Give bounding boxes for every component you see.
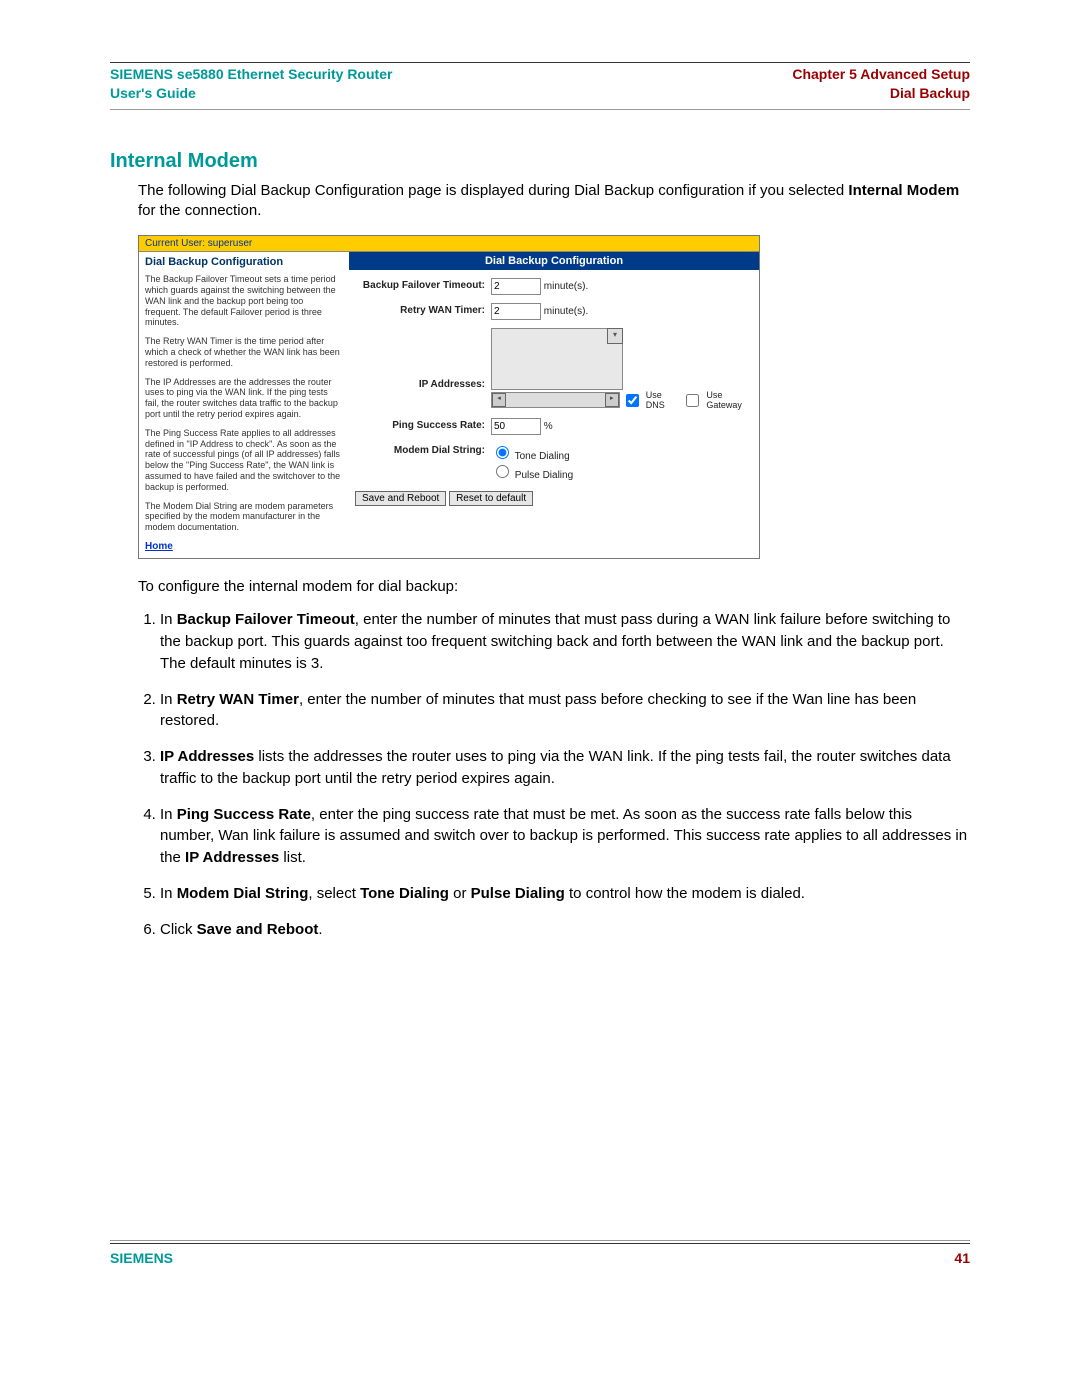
intro-text: The following Dial Backup Configuration … bbox=[138, 181, 970, 222]
dropdown-icon[interactable]: ▾ bbox=[607, 328, 623, 344]
list-item: In Modem Dial String, select Tone Dialin… bbox=[160, 883, 970, 905]
section-title: Internal Modem bbox=[110, 150, 970, 173]
list-item: IP Addresses lists the addresses the rou… bbox=[160, 746, 970, 790]
list-item: In Ping Success Rate, enter the ping suc… bbox=[160, 804, 970, 869]
left-pane-title: Dial Backup Configuration bbox=[145, 256, 341, 268]
header-left-line1: SIEMENS se5880 Ethernet Security Router bbox=[110, 66, 392, 82]
header-left: SIEMENS se5880 Ethernet Security Router … bbox=[110, 65, 392, 103]
form-title: Dial Backup Configuration bbox=[349, 252, 759, 270]
list-item: In Backup Failover Timeout, enter the nu… bbox=[160, 609, 970, 674]
config-form-pane: Dial Backup Configuration Backup Failove… bbox=[349, 252, 759, 558]
save-reboot-button[interactable]: Save and Reboot bbox=[355, 491, 446, 506]
retry-input[interactable] bbox=[491, 303, 541, 320]
scroll-right-icon[interactable]: ▸ bbox=[605, 393, 619, 407]
use-dns-checkbox[interactable] bbox=[626, 394, 639, 407]
page-footer: SIEMENS 41 bbox=[110, 1244, 970, 1266]
intro-bold: Internal Modem bbox=[848, 182, 959, 199]
header-right-line2: Dial Backup bbox=[792, 84, 970, 103]
ip-list-box[interactable]: ▾ bbox=[491, 328, 623, 390]
left-para: The Retry WAN Timer is the time period a… bbox=[145, 336, 341, 368]
configure-line-text: To configure the internal modem for dial… bbox=[138, 577, 970, 597]
failover-input[interactable] bbox=[491, 278, 541, 295]
header-right-line1: Chapter 5 Advanced Setup bbox=[792, 66, 970, 82]
retry-unit: minute(s). bbox=[544, 306, 588, 317]
ip-label: IP Addresses: bbox=[355, 349, 491, 390]
config-screenshot: Current User: superuser Dial Backup Conf… bbox=[138, 235, 760, 559]
use-gateway-label: Use Gateway bbox=[706, 390, 759, 410]
header-right: Chapter 5 Advanced Setup Dial Backup bbox=[792, 65, 970, 103]
header-left-line2: User's Guide bbox=[110, 85, 196, 101]
ping-label: Ping Success Rate: bbox=[355, 418, 491, 431]
intro-after: for the connection. bbox=[138, 202, 261, 219]
configure-line: To configure the internal modem for dial… bbox=[138, 577, 970, 597]
home-link[interactable]: Home bbox=[145, 541, 173, 552]
page-number: 41 bbox=[954, 1250, 970, 1266]
ip-scrollbar[interactable]: ◂ ▸ bbox=[491, 392, 620, 408]
use-dns-label: Use DNS bbox=[646, 390, 683, 410]
intro-line: The following Dial Backup Configuration … bbox=[138, 182, 848, 199]
left-para: The IP Addresses are the addresses the r… bbox=[145, 377, 341, 420]
scroll-left-icon[interactable]: ◂ bbox=[492, 393, 506, 407]
instruction-list: In Backup Failover Timeout, enter the nu… bbox=[138, 609, 970, 940]
page-header: SIEMENS se5880 Ethernet Security Router … bbox=[110, 65, 970, 103]
ping-unit: % bbox=[544, 421, 553, 432]
left-para: The Ping Success Rate applies to all add… bbox=[145, 428, 341, 493]
tone-label: Tone Dialing bbox=[515, 451, 570, 462]
retry-label: Retry WAN Timer: bbox=[355, 303, 491, 316]
use-gateway-checkbox[interactable] bbox=[686, 394, 699, 407]
failover-label: Backup Failover Timeout: bbox=[355, 278, 491, 291]
left-para: The Backup Failover Timeout sets a time … bbox=[145, 274, 341, 328]
reset-default-button[interactable]: Reset to default bbox=[449, 491, 533, 506]
current-user-bar: Current User: superuser bbox=[139, 236, 759, 252]
pulse-label: Pulse Dialing bbox=[515, 470, 573, 481]
left-description-pane: Dial Backup Configuration The Backup Fai… bbox=[139, 252, 349, 558]
footer-brand: SIEMENS bbox=[110, 1250, 173, 1266]
list-item: Click Save and Reboot. bbox=[160, 919, 970, 941]
list-item: In Retry WAN Timer, enter the number of … bbox=[160, 689, 970, 733]
pulse-radio[interactable] bbox=[496, 465, 509, 478]
left-para: The Modem Dial String are modem paramete… bbox=[145, 501, 341, 533]
ping-input[interactable] bbox=[491, 418, 541, 435]
dial-label: Modem Dial String: bbox=[355, 443, 491, 456]
failover-unit: minute(s). bbox=[544, 281, 588, 292]
tone-radio[interactable] bbox=[496, 446, 509, 459]
